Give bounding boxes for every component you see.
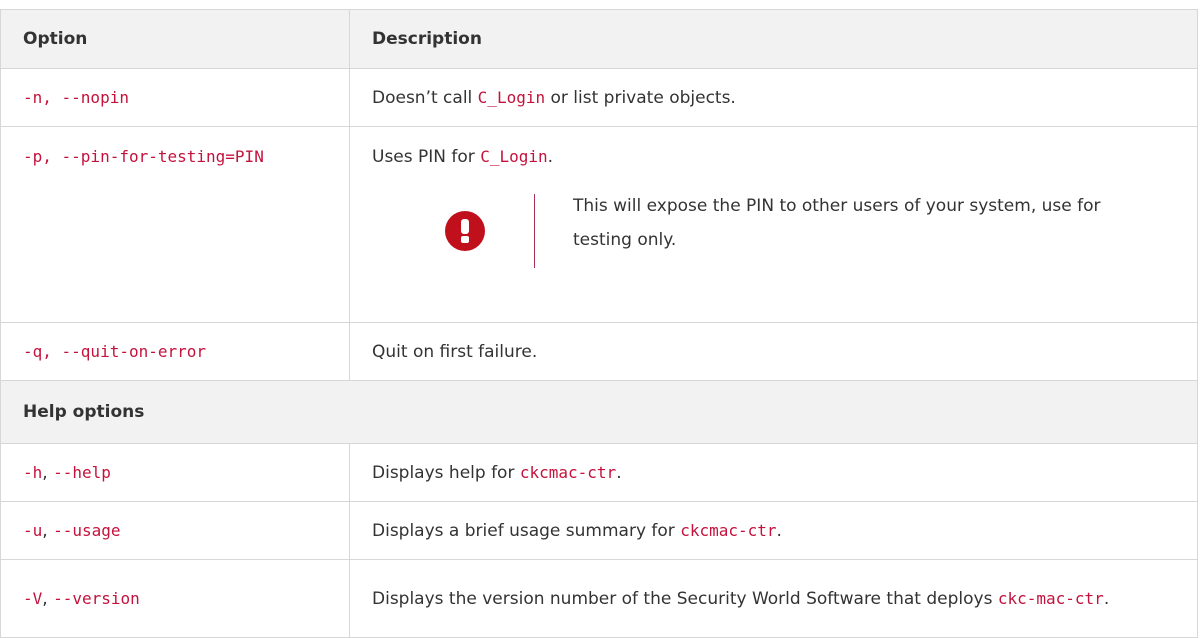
option-code: -q, --quit-on-error: [23, 341, 207, 361]
option-code: -h: [23, 462, 43, 482]
table-row: -p, --pin-for-testing=PIN Uses PIN for C…: [0, 126, 1198, 323]
option-code: -n, --nopin: [23, 87, 129, 107]
warning-text: This will expose the PIN to other users …: [573, 196, 1101, 250]
table-row: -q, --quit-on-error Quit on first failur…: [0, 322, 1198, 381]
option-separator: ,: [42, 462, 54, 483]
section-row: Help options: [0, 380, 1198, 444]
description-cell: Displays a brief usage summary for ckcma…: [349, 501, 1198, 560]
description-text: .: [616, 462, 622, 483]
description-text: Uses PIN for: [372, 147, 481, 167]
option-code: --version: [53, 588, 140, 608]
description-text: .: [1103, 588, 1110, 609]
description-cell: Quit on first failure.: [349, 322, 1198, 381]
option-separator: ,: [42, 588, 54, 609]
exclamation-icon: [444, 211, 485, 251]
option-cell: -p, --pin-for-testing=PIN: [0, 126, 350, 323]
options-table: Option Description -n, --nopin Doesn’t c…: [0, 9, 1198, 638]
option-code: -u: [23, 520, 43, 540]
option-code: --help: [53, 462, 111, 482]
option-code: --usage: [53, 520, 121, 540]
option-cell: -V, --version: [0, 559, 350, 638]
description-text: or list private objects.: [545, 87, 736, 108]
description-text: Doesn’t call: [372, 87, 478, 108]
description-cell: Displays help for ckcmac-ctr.: [349, 443, 1198, 502]
description-text: .: [547, 147, 554, 167]
header-description: Description: [349, 9, 1198, 69]
section-title: Help options: [0, 380, 1198, 444]
inline-code: ckcmac-ctr: [519, 462, 617, 482]
option-cell: -u, --usage: [0, 501, 350, 560]
description-cell: Uses PIN for C_Login. This will expose t…: [349, 126, 1198, 323]
description-text: Displays a brief usage summary for: [372, 520, 681, 541]
description-text: .: [776, 520, 782, 541]
option-cell: -n, --nopin: [0, 68, 350, 127]
table-row: -V, --version Displays the version numbe…: [0, 559, 1198, 638]
option-code: -V: [23, 588, 43, 608]
table-row: -n, --nopin Doesn’t call C_Login or list…: [0, 68, 1198, 127]
header-option: Option: [0, 9, 350, 69]
description-text: Displays the version number of the Secur…: [372, 588, 998, 609]
inline-code: C_Login: [477, 87, 546, 107]
option-separator: ,: [42, 520, 54, 541]
description-cell: Displays the version number of the Secur…: [349, 559, 1198, 638]
inline-code: ckc-mac-ctr: [997, 588, 1104, 608]
description-text: Displays help for: [372, 462, 520, 483]
option-cell: -q, --quit-on-error: [0, 322, 350, 381]
table-header-row: Option Description: [0, 9, 1198, 69]
description-cell: Doesn’t call C_Login or list private obj…: [349, 68, 1198, 127]
option-cell: -h, --help: [0, 443, 350, 502]
inline-code: C_Login: [480, 147, 548, 166]
table-row: -u, --usage Displays a brief usage summa…: [0, 501, 1198, 560]
option-code: -p, --pin-for-testing=PIN: [23, 147, 264, 166]
table-row: -h, --help Displays help for ckcmac-ctr.: [0, 443, 1198, 502]
inline-code: ckcmac-ctr: [680, 520, 777, 540]
warning-note: This will expose the PIN to other users …: [372, 194, 1197, 268]
